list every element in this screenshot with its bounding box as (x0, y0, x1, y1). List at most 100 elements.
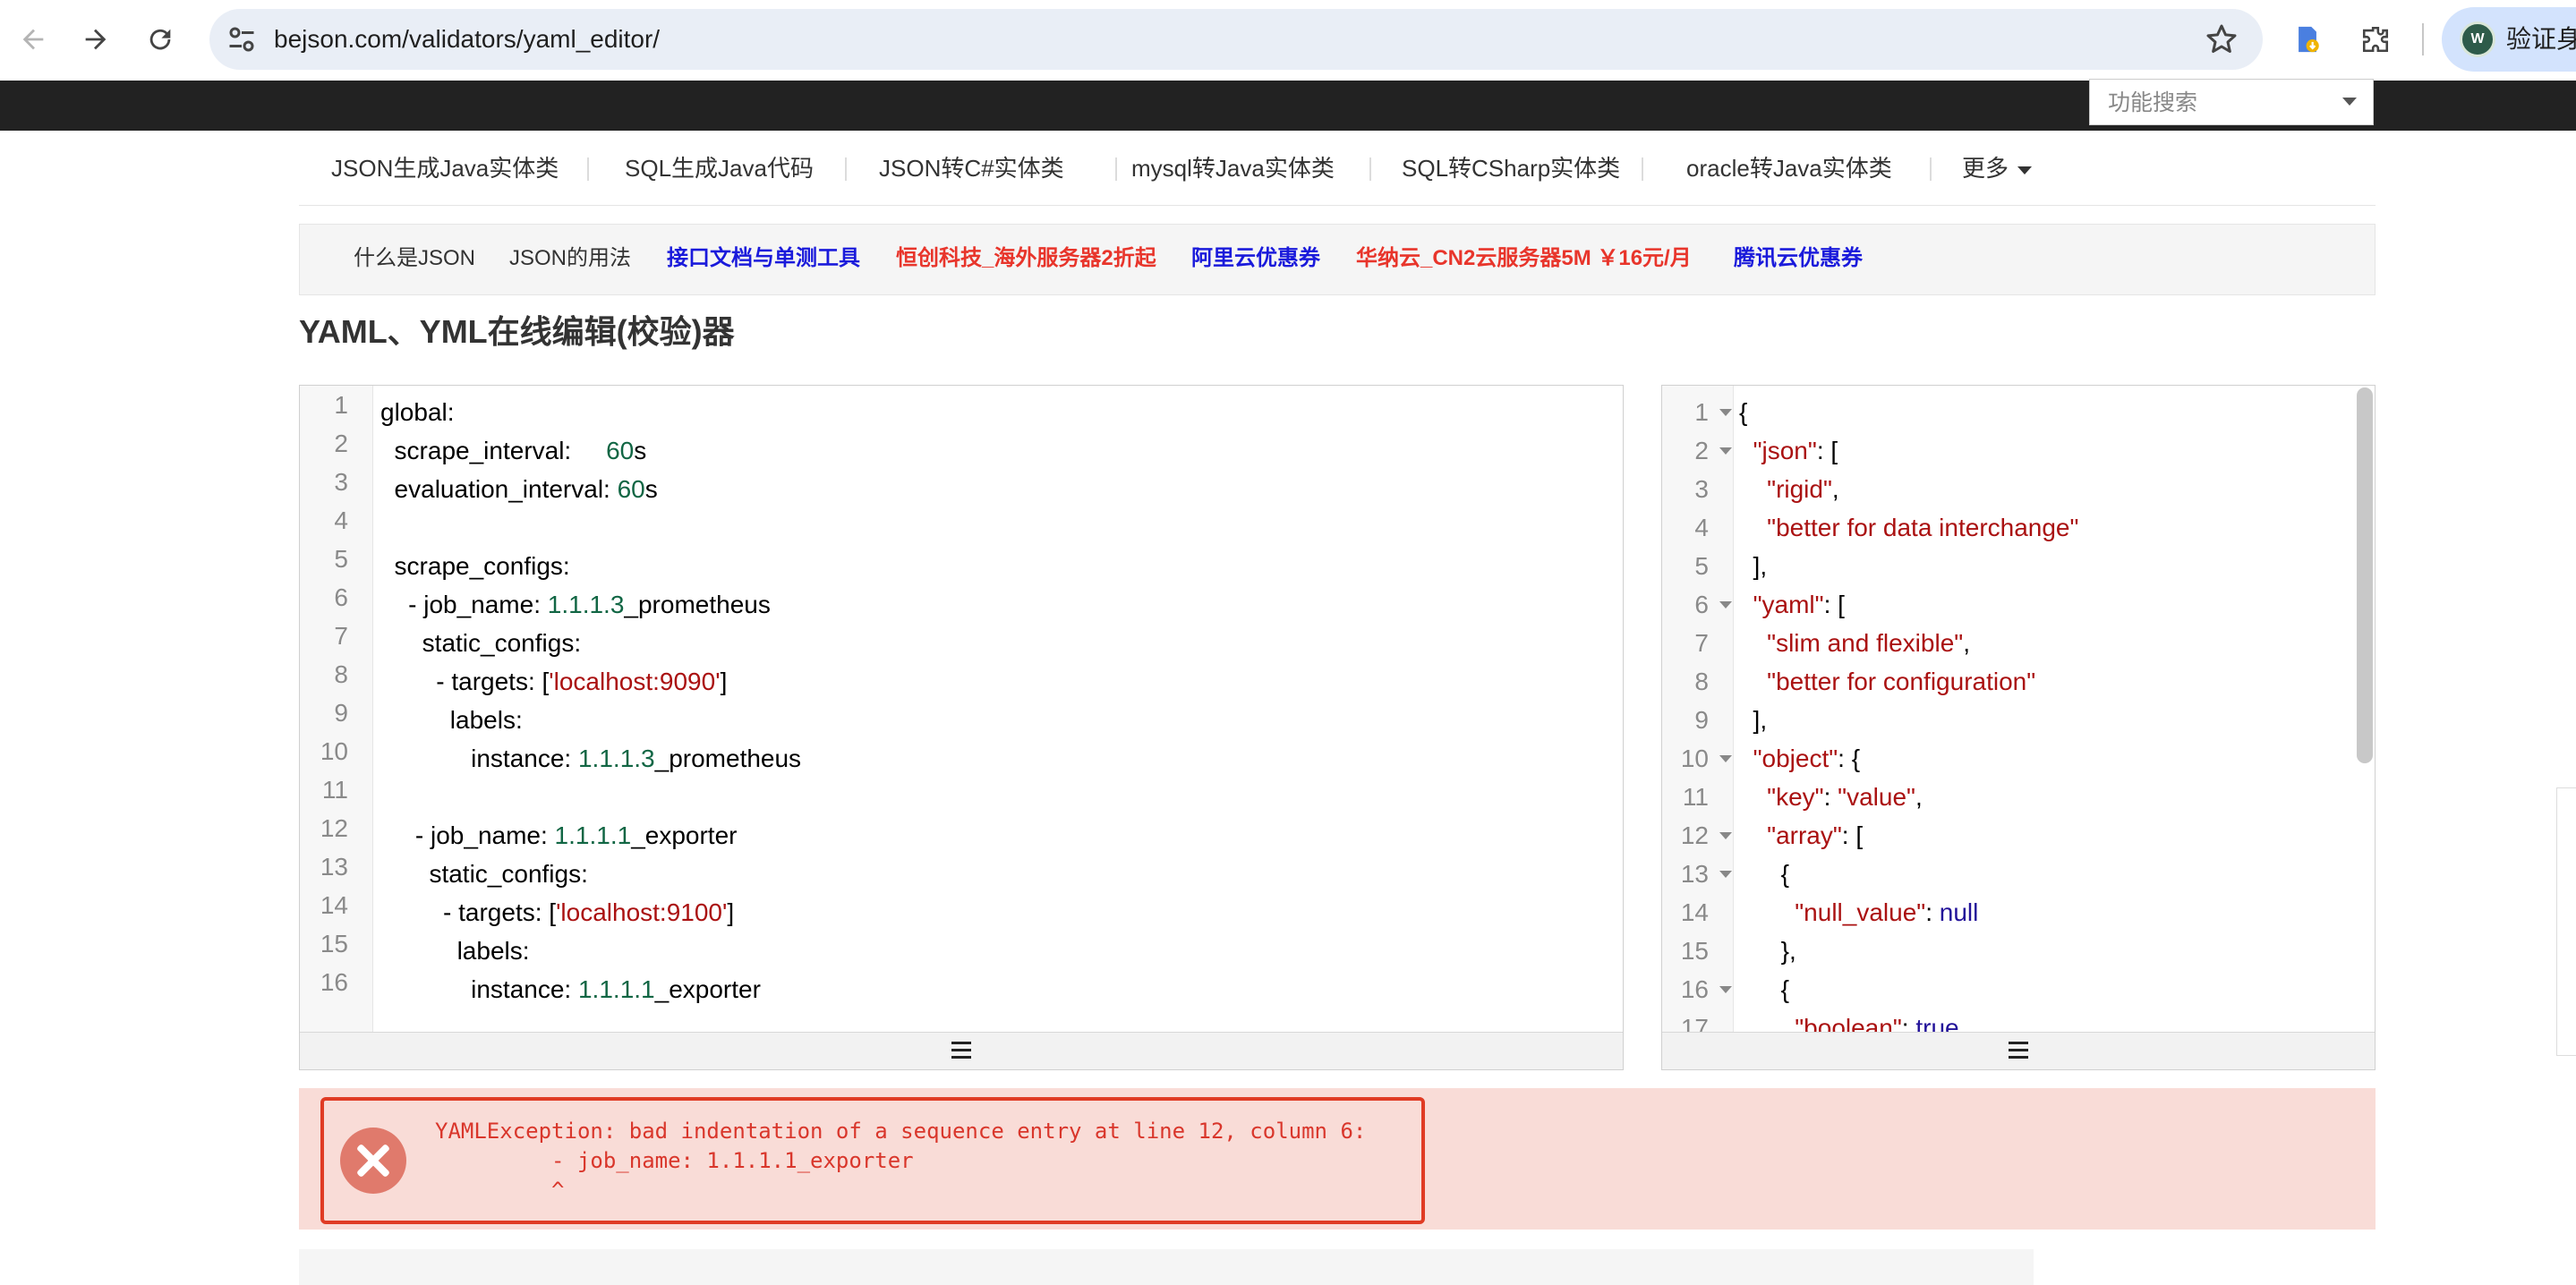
code-line: labels: (380, 937, 530, 965)
menu-icon[interactable] (2009, 1042, 2028, 1059)
quick-links-bar: 什么是JSON JSON的用法 接口文档与单测工具 恒创科技_海外服务器2折起 … (299, 224, 2376, 295)
function-search-placeholder: 功能搜索 (2108, 90, 2198, 115)
line-number: 14 (320, 891, 348, 919)
content-strip (299, 1249, 2034, 1285)
link-api-doc-tool[interactable]: 接口文档与单测工具 (667, 225, 860, 293)
code-line: labels: (380, 706, 523, 734)
code-line: instance: 1.1.1.1_exporter (380, 975, 761, 1003)
code-line: ], (1739, 706, 1768, 734)
code-line: { (1739, 975, 1790, 1003)
url-text[interactable]: bejson.com/validators/yaml_editor/ (274, 9, 660, 70)
code-line: "array": [ (1767, 821, 1864, 849)
code-line: global: (380, 398, 455, 426)
fold-arrow-icon[interactable] (1719, 832, 1732, 839)
fold-arrow-icon[interactable] (1719, 601, 1732, 608)
side-feedback-tab[interactable] (2556, 787, 2576, 1056)
fold-arrow-icon[interactable] (1719, 409, 1732, 416)
avatar: W (2460, 21, 2495, 57)
line-number: 9 (1694, 706, 1709, 734)
json-resize-bar[interactable] (1662, 1032, 2375, 1069)
line-number: 16 (320, 968, 348, 996)
bookmark-star-icon[interactable] (2204, 21, 2239, 57)
link-huanayun-ad[interactable]: 华纳云_CN2云服务器5M ￥16元/月 (1356, 225, 1692, 293)
code-line: scrape_interval: 60s (380, 437, 647, 464)
code-line: "slim and flexible", (1767, 629, 1970, 657)
fold-arrow-icon[interactable] (1719, 447, 1732, 455)
line-number: 10 (320, 737, 348, 765)
menu-icon[interactable] (951, 1042, 971, 1059)
link-what-is-json[interactable]: 什么是JSON (354, 225, 475, 293)
yaml-code-area[interactable]: global: scrape_interval: 60s evaluation_… (380, 386, 1623, 1032)
code-line: "rigid", (1767, 475, 1839, 503)
code-line: - job_name: 1.1.1.1_exporter (380, 821, 738, 849)
link-json-usage[interactable]: JSON的用法 (509, 225, 631, 293)
yaml-resize-bar[interactable] (300, 1032, 1623, 1069)
line-number: 15 (320, 930, 348, 957)
json-scrollbar[interactable] (2357, 387, 2373, 763)
error-x-icon (340, 1128, 406, 1194)
forward-icon[interactable] (72, 15, 120, 64)
extension-doc-icon[interactable] (2284, 16, 2331, 63)
line-number: 16 (1680, 975, 1709, 1003)
line-number: 2 (1694, 437, 1709, 464)
line-number: 8 (1694, 668, 1709, 695)
site-settings-icon[interactable] (226, 23, 258, 55)
nav-item-sql-java[interactable]: SQL生成Java代码 (625, 143, 814, 193)
code-line: }, (1739, 937, 1796, 965)
json-code-area[interactable]: { "json": [ "rigid", "better for data in… (1739, 386, 2353, 1032)
json-editor[interactable]: 1 2 3 4 5 6 7 8 9 10 11 12 13 14 15 16 1… (1661, 385, 2376, 1070)
nav-item-mysql-java[interactable]: mysql转Java实体类 (1131, 143, 1335, 193)
link-hengchuang-ad[interactable]: 恒创科技_海外服务器2折起 (896, 225, 1156, 293)
line-number: 4 (334, 506, 348, 534)
line-number: 2 (334, 430, 348, 457)
fold-arrow-icon[interactable] (1719, 986, 1732, 993)
line-number: 12 (320, 814, 348, 842)
line-number: 12 (1680, 821, 1709, 849)
profile-label: 验证身 (2506, 25, 2576, 53)
back-icon[interactable] (9, 15, 57, 64)
link-tencent-coupon[interactable]: 腾讯云优惠券 (1734, 225, 1863, 293)
error-message-box: YAMLException: bad indentation of a sequ… (320, 1097, 1425, 1224)
line-number: 14 (1680, 898, 1709, 926)
line-number: 7 (334, 622, 348, 650)
nav-separator (1369, 157, 1371, 181)
code-line: "better for configuration" (1767, 668, 2036, 695)
line-number: 1 (1694, 398, 1709, 426)
fold-arrow-icon[interactable] (1719, 871, 1732, 878)
line-number: 9 (334, 699, 348, 727)
extensions-puzzle-icon[interactable] (2352, 16, 2399, 63)
code-line: instance: 1.1.1.3_prometheus (380, 745, 802, 772)
code-line: static_configs: (380, 629, 582, 657)
nav-item-oracle-java[interactable]: oracle转Java实体类 (1686, 143, 1892, 193)
line-number: 15 (1680, 937, 1709, 965)
line-number: 6 (1694, 591, 1709, 618)
line-number: 1 (334, 391, 348, 419)
line-number: 4 (1694, 514, 1709, 541)
nav-item-json-java[interactable]: JSON生成Java实体类 (331, 143, 559, 193)
chevron-down-icon (2017, 166, 2033, 174)
nav-item-json-csharp[interactable]: JSON转C#实体类 (879, 143, 1064, 193)
function-search-select[interactable]: 功能搜索 (2089, 79, 2374, 125)
fold-arrow-icon[interactable] (1719, 755, 1732, 762)
nav-more-label: 更多 (1962, 155, 2009, 182)
line-number: 7 (1694, 629, 1709, 657)
code-line: ], (1739, 552, 1768, 580)
profile-button[interactable]: W 验证身 (2442, 7, 2576, 72)
line-number: 10 (1680, 745, 1709, 772)
nav-separator (1642, 157, 1643, 181)
nav-separator (1115, 157, 1117, 181)
link-aliyun-coupon[interactable]: 阿里云优惠券 (1191, 225, 1320, 293)
line-number: 8 (334, 660, 348, 688)
address-bar[interactable]: bejson.com/validators/yaml_editor/ (209, 9, 2263, 70)
browser-toolbar: bejson.com/validators/yaml_editor/ W 验证身 (0, 0, 2576, 81)
tools-nav: JSON生成Java实体类 SQL生成Java代码 JSON转C#实体类 mys… (299, 143, 2376, 206)
reload-icon[interactable] (136, 15, 184, 64)
yaml-gutter: 1 2 3 4 5 6 7 8 9 10 11 12 13 14 15 16 (300, 386, 373, 1032)
line-number: 13 (320, 853, 348, 881)
line-number: 5 (334, 545, 348, 573)
nav-item-more[interactable]: 更多 (1962, 143, 2033, 193)
yaml-editor[interactable]: 1 2 3 4 5 6 7 8 9 10 11 12 13 14 15 16 g… (299, 385, 1624, 1070)
json-gutter: 1 2 3 4 5 6 7 8 9 10 11 12 13 14 15 16 1… (1662, 386, 1734, 1042)
nav-item-sql-csharp[interactable]: SQL转CSharp实体类 (1402, 143, 1620, 193)
code-line: "null_value": null (1795, 898, 1979, 926)
